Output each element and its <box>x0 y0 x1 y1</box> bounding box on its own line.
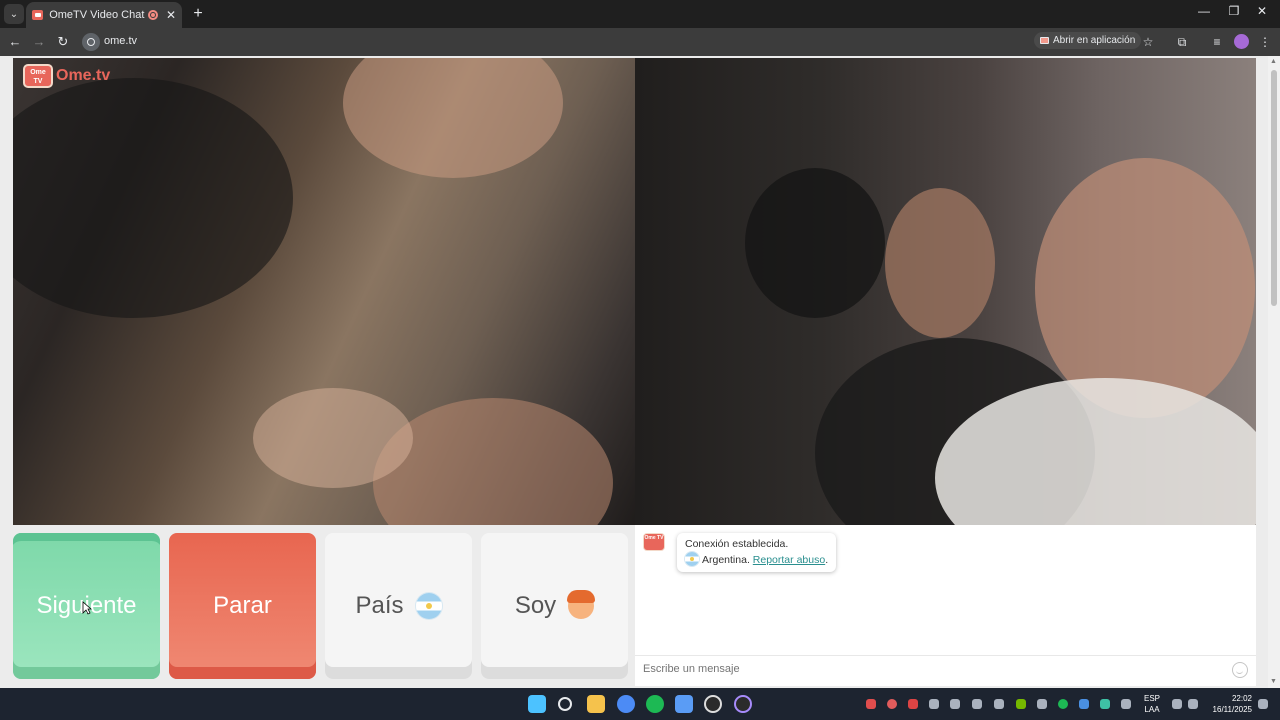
language-indicator[interactable]: ESP LAA <box>1144 693 1160 715</box>
lang-bottom: LAA <box>1144 705 1160 714</box>
country-button[interactable]: País <box>325 533 472 679</box>
video-figure <box>13 78 293 318</box>
scroll-thumb[interactable] <box>1271 70 1277 306</box>
chat-panel: Ome TV Conexión establecida. Argentina. … <box>635 525 1256 686</box>
country-name: Argentina. <box>702 554 750 566</box>
argentina-flag-icon <box>685 552 699 566</box>
app-icon[interactable] <box>675 695 693 713</box>
extensions-icon[interactable]: ⧉ <box>1173 33 1191 51</box>
tray-icon[interactable] <box>929 699 939 709</box>
clock-time: 22:02 <box>1231 694 1252 703</box>
gender-button[interactable]: Soy <box>481 533 628 679</box>
assistant-icon[interactable] <box>734 695 752 713</box>
browser-toolbar: ← → ↻ ome.tv Abrir en aplicación ☆ ⧉ ≡ ⋮ <box>0 28 1280 56</box>
video-figure <box>253 388 413 488</box>
search-icon[interactable] <box>558 697 572 711</box>
back-button[interactable]: ← <box>6 33 24 51</box>
lang-top: ESP <box>1144 694 1161 703</box>
browser-tab[interactable]: OmeTV Video Chat — Ome ✕ <box>26 2 182 28</box>
file-explorer-icon[interactable] <box>587 695 605 713</box>
close-tab-icon[interactable]: ✕ <box>166 8 176 22</box>
report-abuse-link[interactable]: Reportar abuso <box>753 554 825 566</box>
scroll-down-icon[interactable]: ▼ <box>1270 678 1277 685</box>
start-icon[interactable] <box>528 695 546 713</box>
forward-button[interactable]: → <box>30 33 48 51</box>
logo-badge: Ome TV <box>23 64 53 88</box>
tray-icon[interactable] <box>908 699 918 709</box>
open-in-app-button[interactable]: Abrir en aplicación <box>1034 32 1142 49</box>
windows-taskbar: ESP LAA 22:02 16/11/2025 <box>0 688 1280 720</box>
tray-icon[interactable] <box>950 699 960 709</box>
page-scrollbar[interactable]: ▲ ▼ <box>1268 56 1280 688</box>
report-period: . <box>825 554 829 566</box>
profile-avatar[interactable] <box>1234 34 1249 49</box>
ometv-favicon-icon <box>32 10 44 20</box>
partner-country: Argentina. Reportar abuso. <box>685 552 828 568</box>
app-icon <box>1040 37 1049 44</box>
gender-label: Soy <box>514 592 557 619</box>
menu-kebab-icon[interactable]: ⋮ <box>1256 33 1274 51</box>
chat-input-bar <box>635 655 1256 686</box>
remote-video: Ome TV Ome.tv <box>13 58 635 525</box>
clock-date: 16/11/2025 <box>1212 705 1252 714</box>
chrome-icon[interactable] <box>617 695 635 713</box>
bluetooth-icon[interactable] <box>1079 699 1089 709</box>
close-window-button[interactable]: ✕ <box>1252 4 1272 18</box>
microphone-icon[interactable] <box>1121 699 1131 709</box>
scroll-up-icon[interactable]: ▲ <box>1270 58 1277 65</box>
video-figure <box>1035 158 1255 418</box>
tab-strip: ⌄ OmeTV Video Chat — Ome ✕ + — ❐ ✕ <box>0 0 1280 28</box>
recording-indicator-icon <box>148 10 158 20</box>
address-bar[interactable]: ome.tv <box>80 31 1160 53</box>
minimize-button[interactable]: — <box>1194 4 1214 18</box>
stop-button[interactable]: Parar <box>169 533 316 679</box>
nvidia-icon[interactable] <box>1016 699 1026 709</box>
system-message: Conexión establecida. Argentina. Reporta… <box>677 533 837 572</box>
mouse-cursor-icon <box>82 601 92 615</box>
chat-badge: Ome TV <box>643 533 665 551</box>
message-input[interactable] <box>643 663 1203 675</box>
stop-label: Parar <box>213 592 272 619</box>
url-text: ome.tv <box>104 35 138 47</box>
argentina-flag-icon <box>415 593 442 619</box>
spotify-tray-icon[interactable] <box>1058 699 1068 709</box>
bookmark-star-icon[interactable]: ☆ <box>1139 33 1157 51</box>
video-fan <box>745 168 885 318</box>
open-in-app-label: Abrir en aplicación <box>1053 35 1136 46</box>
tab-search-icon[interactable]: ⌄ <box>4 4 24 24</box>
network-icon[interactable] <box>1172 699 1182 709</box>
github-icon[interactable] <box>704 695 722 713</box>
media-controls-icon[interactable]: ≡ <box>1208 33 1226 51</box>
site-info-icon[interactable] <box>82 33 100 51</box>
clock[interactable]: 22:02 16/11/2025 <box>1206 693 1252 715</box>
tray-icon[interactable] <box>887 699 897 709</box>
logo-text: Ome.tv <box>56 67 111 84</box>
tray-icon[interactable] <box>866 699 876 709</box>
tray-icon[interactable] <box>1100 699 1110 709</box>
tray-icon[interactable] <box>1037 699 1047 709</box>
emoji-icon[interactable] <box>1232 662 1248 678</box>
spotify-icon[interactable] <box>646 695 664 713</box>
boy-emoji-icon <box>567 590 596 619</box>
notifications-icon[interactable] <box>1258 699 1268 709</box>
page-content: Ome TV Ome.tv Siguiente Parar País Soy O… <box>0 56 1280 688</box>
tab-title: OmeTV Video Chat — Ome <box>49 9 146 21</box>
new-tab-button[interactable]: + <box>188 4 208 24</box>
tray-icon[interactable] <box>972 699 982 709</box>
local-video <box>635 58 1256 525</box>
reload-button[interactable]: ↻ <box>54 33 72 51</box>
video-figure <box>885 188 995 338</box>
video-figure <box>373 398 613 525</box>
restore-button[interactable]: ❐ <box>1224 4 1244 18</box>
connection-status: Conexión establecida. <box>685 538 789 550</box>
volume-icon[interactable] <box>1188 699 1198 709</box>
ometv-logo: Ome TV Ome.tv <box>23 64 110 88</box>
video-figure <box>343 58 563 178</box>
cloud-icon[interactable] <box>994 699 1004 709</box>
country-label: País <box>355 592 404 619</box>
